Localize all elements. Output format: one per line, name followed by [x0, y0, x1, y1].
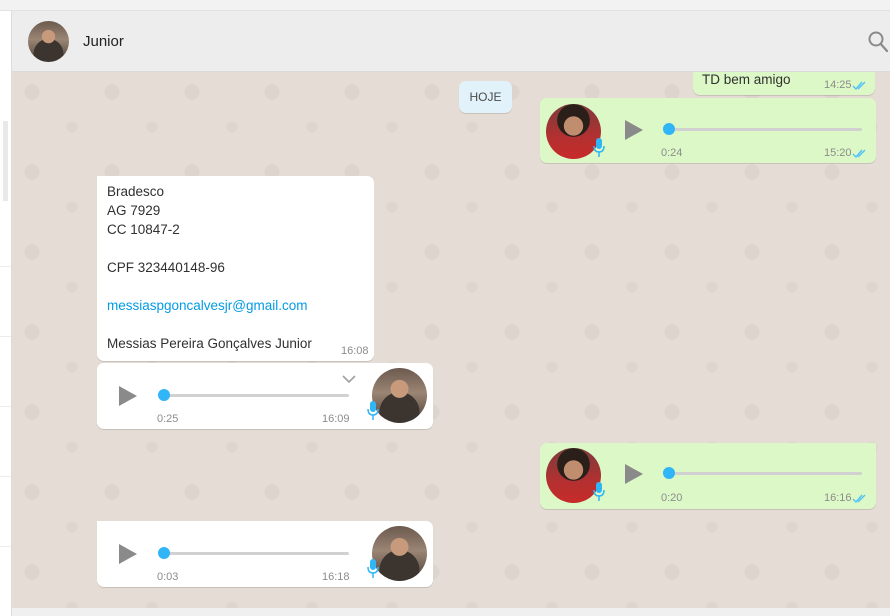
audio-message-outgoing[interactable]: 0:24 15:20 [540, 98, 876, 163]
message-text: TD bem amigo [702, 72, 791, 87]
audio-progress-track[interactable] [666, 128, 862, 131]
message-line: AG 7929 [107, 203, 161, 218]
read-ticks-icon [852, 149, 866, 159]
message-line: CPF 323440148-96 [107, 260, 225, 275]
chevron-down-icon[interactable] [342, 375, 356, 383]
mic-icon [593, 138, 605, 157]
message-bubble-outgoing[interactable]: TD bem amigo 14:25 [693, 72, 875, 95]
audio-progress-track[interactable] [161, 552, 349, 555]
conversation-panel[interactable]: TD bem amigo 14:25 HOJE 0:24 15:20 Brade… [12, 72, 890, 608]
scroll-indicator [3, 121, 8, 201]
message-line: CC 10847-2 [107, 222, 180, 237]
message-time: 14:25 [824, 79, 852, 91]
window-top-strip [0, 0, 890, 11]
divider [0, 476, 11, 477]
audio-progress-knob[interactable] [158, 389, 170, 401]
audio-duration: 0:20 [661, 492, 683, 504]
mic-icon [367, 401, 379, 420]
divider [0, 546, 11, 547]
email-link[interactable]: messiaspgoncalvesjr@gmail.com [107, 296, 308, 315]
audio-progress-knob[interactable] [158, 547, 170, 559]
read-ticks-icon [852, 81, 866, 91]
mic-icon [367, 559, 379, 578]
play-button[interactable] [119, 386, 137, 406]
search-icon[interactable] [868, 31, 888, 53]
audio-progress-knob[interactable] [663, 467, 675, 479]
compose-bar-edge [12, 608, 890, 616]
divider [0, 266, 11, 267]
play-button[interactable] [625, 120, 643, 140]
divider [0, 406, 11, 407]
audio-message-incoming[interactable]: 0:25 16:09 [97, 363, 433, 429]
message-time: 15:20 [824, 147, 852, 159]
play-button[interactable] [625, 464, 643, 484]
audio-message-outgoing[interactable]: 0:20 16:16 [540, 443, 876, 509]
audio-duration: 0:25 [157, 413, 179, 425]
audio-duration: 0:03 [157, 571, 179, 583]
audio-progress-track[interactable] [666, 472, 862, 475]
divider [0, 336, 11, 337]
message-time: 16:18 [322, 571, 350, 583]
message-line: Bradesco [107, 184, 165, 199]
contact-name[interactable]: Junior [83, 33, 124, 50]
play-button[interactable] [119, 544, 137, 564]
sender-avatar [372, 526, 427, 581]
message-bubble-incoming[interactable]: Bradesco AG 7929 CC 10847-2 CPF 32344014… [97, 176, 374, 361]
message-time: 16:09 [322, 413, 350, 425]
mic-icon [593, 482, 605, 501]
message-line: Messias Pereira Gonçalves Junior [107, 336, 312, 351]
sender-avatar [372, 368, 427, 423]
message-time: 16:16 [824, 492, 852, 504]
message-time: 16:08 [341, 345, 369, 357]
date-divider-badge: HOJE [459, 81, 512, 113]
chat-list-edge [0, 11, 12, 616]
contact-avatar[interactable] [28, 21, 69, 62]
audio-duration: 0:24 [661, 147, 683, 159]
audio-progress-knob[interactable] [663, 123, 675, 135]
read-ticks-icon [852, 494, 866, 504]
chat-header[interactable]: Junior [12, 11, 890, 72]
audio-message-incoming[interactable]: 0:03 16:18 [97, 521, 433, 587]
audio-progress-track[interactable] [161, 394, 349, 397]
